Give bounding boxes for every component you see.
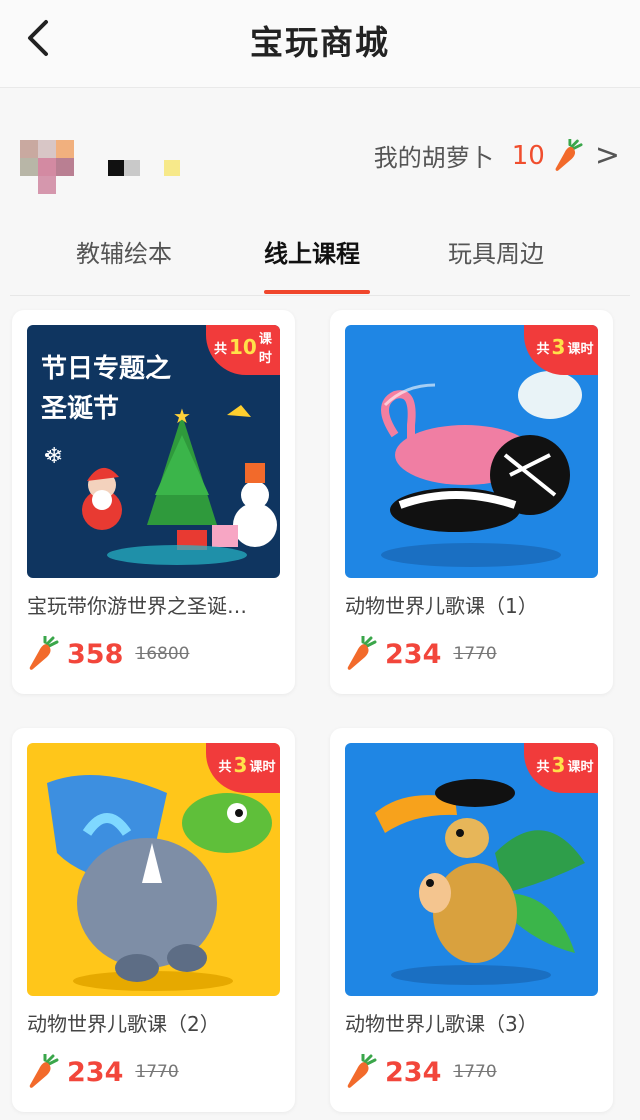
avatar[interactable] [20,140,74,194]
product-name: 宝玩带你游世界之圣诞… [27,594,247,618]
product-name: 动物世界儿歌课（2） [27,1012,220,1036]
thumb-title-line2: 圣诞节 [41,394,120,424]
tab-toys[interactable]: 玩具周边 [448,234,544,269]
top-nav-bar: 宝玩商城 [0,0,640,88]
product-card[interactable]: 共 3 课时 动物世界儿歌课（1） 234 1770 [330,310,613,694]
original-price: 1770 [135,1062,179,1082]
tab-online-courses[interactable]: 线上课程 [264,234,360,269]
carrot-icon [29,636,59,670]
svg-text:★: ★ [173,404,191,428]
carrot-icon [347,1054,377,1088]
product-card[interactable]: 共 3 课时 动物世界儿歌课（3） 234 1770 [330,728,613,1112]
category-tabs: 教辅绘本 线上课程 玩具周边 [10,222,630,296]
svg-text:❄: ❄ [45,444,63,469]
carrot-price: 358 [67,638,124,670]
page-title: 宝玩商城 [250,23,390,62]
product-name: 动物世界儿歌课（3） [345,1012,538,1036]
carrot-icon [555,138,583,171]
original-price: 1770 [453,1062,497,1082]
user-info-row: 我的胡萝卜 10 > [0,88,640,210]
price-row: 234 1770 [345,1054,497,1090]
product-thumbnail: ❄ ★ 节日专题之 圣诞节 共 10 课时 [27,325,280,578]
product-thumbnail: 共 3 课时 [345,743,598,996]
thumb-title-line1: 节日专题之 [41,354,172,384]
carrot-balance-label: 我的胡萝卜 [373,144,494,172]
active-tab-indicator [264,290,370,294]
carrot-icon [29,1054,59,1088]
carrot-balance-count: 10 [511,140,545,171]
product-thumbnail: 共 3 课时 [345,325,598,578]
original-price: 1770 [453,644,497,664]
product-card[interactable]: ❄ ★ 节日专题之 圣诞节 共 10 课时 宝玩带你游世界之圣诞… 358 1680… [12,310,295,694]
price-row: 234 1770 [27,1054,179,1090]
product-name: 动物世界儿歌课（1） [345,594,538,618]
username-pixelated [108,160,180,176]
my-carrots-link[interactable]: 我的胡萝卜 10 > [374,138,620,173]
carrot-price: 234 [385,1056,442,1088]
chevron-right-icon: > [594,138,620,173]
original-price: 16800 [135,644,190,664]
product-thumbnail: 共 3 课时 [27,743,280,996]
tab-picture-books[interactable]: 教辅绘本 [76,234,172,269]
carrot-price: 234 [385,638,442,670]
price-row: 358 16800 [27,636,189,672]
product-card[interactable]: 共 3 课时 动物世界儿歌课（2） 234 1770 [12,728,295,1112]
carrot-icon [347,636,377,670]
carrot-price: 234 [67,1056,124,1088]
price-row: 234 1770 [345,636,497,672]
